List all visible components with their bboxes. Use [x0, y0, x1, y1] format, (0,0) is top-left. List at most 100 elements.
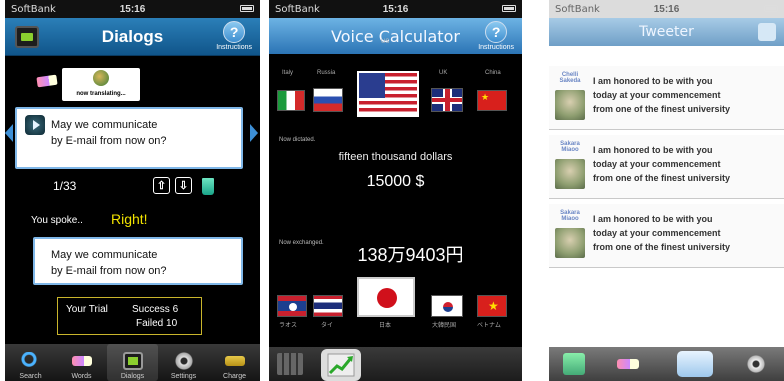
- download-button[interactable]: ⇩: [175, 177, 192, 194]
- tweet-text: I am honored to be with you today at you…: [593, 212, 781, 254]
- spoken-line: by E-mail from now on?: [51, 265, 167, 277]
- avatar: [555, 228, 585, 258]
- failed-count: Failed 10: [136, 318, 178, 329]
- china-flag-icon[interactable]: ★: [477, 90, 507, 111]
- tweet-line: from one of the finest university: [593, 104, 731, 114]
- tab-words-icon[interactable]: [617, 359, 639, 369]
- laos-flag-icon[interactable]: [277, 295, 307, 317]
- pencil-eraser-icon: [71, 356, 92, 366]
- flag-label: 大韓民国: [432, 323, 457, 329]
- pencil-eraser-icon: [36, 74, 58, 88]
- tweet-line: today at your commencement: [593, 90, 721, 100]
- tab-bar: Search Words Dialogs Settings Charge: [5, 344, 260, 381]
- tab-label: Search: [19, 373, 42, 380]
- thailand-flag-icon[interactable]: [313, 295, 343, 317]
- translating-indicator: now translating...: [62, 68, 140, 101]
- previous-arrow-icon[interactable]: [5, 124, 13, 142]
- battery-icon: [240, 5, 254, 12]
- tab-words[interactable]: Words: [56, 344, 107, 381]
- tweet-line: from one of the finest university: [593, 173, 731, 183]
- tab-tweet-icon[interactable]: [677, 351, 713, 377]
- voice-calculator-screen: SoftBank 15:16 Voice Calculator ? Instru…: [269, 0, 522, 381]
- instructions-button[interactable]: ? Instructions: [478, 21, 514, 51]
- gear-icon[interactable]: [745, 353, 767, 375]
- dialog-counter: 1/33: [53, 179, 77, 193]
- tweet-user: Sakara Miaoo: [560, 210, 580, 222]
- flag-label: 日本: [379, 323, 392, 329]
- exchanged-amount: 138万9403円: [357, 245, 464, 265]
- flag-label: Russia: [317, 70, 336, 76]
- tweet-line: I am honored to be with you: [593, 145, 713, 155]
- translating-label: now translating...: [76, 91, 126, 97]
- japan-flag-icon[interactable]: [357, 277, 415, 317]
- instructions-button[interactable]: ? Instructions: [216, 21, 252, 51]
- usa-flag-icon[interactable]: [357, 71, 419, 117]
- tweeter-screen: SoftBank 15:16 Tweeter Chelli Sakeda I a…: [549, 0, 784, 381]
- tab-dialogs[interactable]: Dialogs: [107, 344, 158, 381]
- avatar: [555, 159, 585, 189]
- help-icon: ?: [485, 21, 508, 43]
- instructions-label: Instructions: [216, 44, 252, 51]
- status-bar: SoftBank 15:16: [549, 0, 784, 18]
- tweet-line: I am honored to be with you: [593, 214, 713, 224]
- dialog-monitor-icon: [122, 352, 143, 370]
- dictated-amount: 15000 $: [366, 173, 425, 190]
- success-count: Success 6: [132, 304, 179, 315]
- calculator-keypad-icon[interactable]: [277, 353, 303, 375]
- tweet-text: I am honored to be with you today at you…: [593, 143, 781, 185]
- tweet-line: from one of the finest university: [593, 242, 731, 252]
- globe-icon: [93, 70, 109, 86]
- page-title: Dialogs: [101, 26, 164, 46]
- flag-label: ベトナム: [477, 323, 501, 329]
- list-item[interactable]: Sakara Miaoo I am honored to be with you…: [549, 135, 784, 199]
- status-bar: SoftBank 15:16: [269, 0, 522, 18]
- tweet-line: I am honored to be with you: [593, 76, 713, 86]
- flag-label: Italy: [282, 70, 294, 76]
- italy-flag-icon[interactable]: [277, 90, 305, 111]
- dictated-words: fifteen thousand dollars: [338, 151, 453, 163]
- dialog-monitor-icon[interactable]: [15, 26, 39, 48]
- tab-settings[interactable]: Settings: [158, 344, 209, 381]
- tweet-line: today at your commencement: [593, 159, 721, 169]
- tab-home-icon[interactable]: [563, 353, 585, 375]
- refresh-icon[interactable]: [758, 23, 776, 41]
- tab-charge[interactable]: Charge: [209, 344, 260, 381]
- avatar: [555, 90, 585, 120]
- uk-flag-icon[interactable]: [431, 88, 463, 112]
- list-item[interactable]: Sakara Miaoo I am honored to be with you…: [549, 204, 784, 268]
- selected-country-label: US: [381, 39, 390, 45]
- flag-label: China: [485, 70, 501, 76]
- trial-label: Your Trial: [66, 304, 108, 315]
- navigation-bar: Dialogs ? Instructions: [5, 18, 260, 56]
- navigation-bar: Tweeter: [549, 18, 784, 46]
- navigation-bar: Voice Calculator ? Instructions: [269, 18, 522, 54]
- tab-search[interactable]: Search: [5, 344, 56, 381]
- vietnam-flag-icon[interactable]: ★: [477, 295, 507, 317]
- russia-flag-icon[interactable]: [313, 88, 343, 112]
- play-icon[interactable]: [25, 115, 45, 135]
- dialog-bubble: May we communicate by E-mail from now on…: [15, 107, 243, 169]
- battery-icon: [764, 5, 778, 12]
- tab-label: Words: [71, 373, 92, 380]
- flag-label: UK: [439, 70, 448, 76]
- korea-flag-icon[interactable]: [431, 295, 463, 317]
- tab-label: Settings: [170, 373, 197, 380]
- now-dictated-label: Now dictated.: [279, 137, 316, 143]
- spoken-text-box: May we communicate by E-mail from now on…: [33, 237, 243, 285]
- help-icon: ?: [223, 21, 246, 43]
- next-arrow-icon[interactable]: [250, 124, 258, 142]
- tweet-user: Sakara Miaoo: [560, 141, 580, 153]
- tweet-line: today at your commencement: [593, 228, 721, 238]
- you-spoke-label: You spoke..: [31, 215, 83, 226]
- clock: 15:16: [653, 3, 680, 15]
- trash-cup-icon[interactable]: [202, 178, 214, 195]
- magnifier-icon: [20, 352, 41, 370]
- exchange-chart-button[interactable]: [321, 349, 361, 381]
- dialog-line: by E-mail from now on?: [51, 135, 167, 147]
- page-title: Voice Calculator: [331, 26, 460, 46]
- list-item[interactable]: Chelli Sakeda I am honored to be with yo…: [549, 66, 784, 130]
- tab-label: Charge: [223, 373, 246, 380]
- tab-bar: [549, 347, 784, 381]
- trial-score-box: Your Trial Success 6 Failed 10: [57, 297, 202, 335]
- upload-button[interactable]: ⇧: [153, 177, 170, 194]
